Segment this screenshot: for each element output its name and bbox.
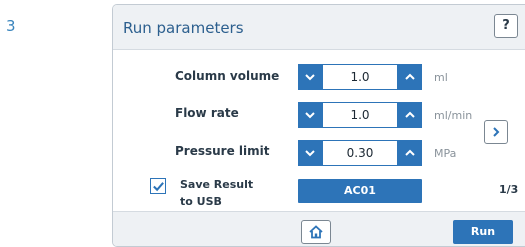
home-icon	[309, 225, 323, 239]
home-button[interactable]	[301, 220, 331, 244]
chevron-down-icon	[305, 150, 315, 157]
column-volume-unit: ml	[434, 71, 448, 84]
column-volume-decrement-button[interactable]	[298, 64, 322, 90]
flow-rate-unit: ml/min	[434, 109, 473, 122]
page-indicator: 1/3	[499, 183, 519, 196]
pressure-limit-unit: MPa	[434, 147, 457, 160]
chevron-up-icon	[405, 73, 415, 80]
save-result-label-line2: to USB	[180, 195, 222, 208]
chevron-down-icon	[305, 112, 315, 119]
column-volume-label: Column volume	[175, 69, 280, 83]
save-result-label-line1: Save Result	[180, 178, 254, 191]
flow-rate-decrement-button[interactable]	[298, 102, 322, 128]
pressure-limit-value[interactable]: 0.30	[322, 140, 398, 166]
run-parameters-panel: Run parameters ? Column volume 1.0 ml Fl…	[112, 4, 525, 247]
run-button[interactable]: Run	[453, 220, 513, 244]
page-title: Run parameters	[123, 19, 244, 37]
chevron-right-icon	[493, 127, 500, 137]
flow-rate-increment-button[interactable]	[398, 102, 422, 128]
column-volume-value[interactable]: 1.0	[322, 64, 398, 90]
flow-rate-stepper: 1.0	[298, 102, 422, 128]
panel-footer: Run	[113, 211, 525, 246]
pressure-limit-label: Pressure limit	[175, 144, 270, 158]
column-volume-increment-button[interactable]	[398, 64, 422, 90]
next-page-button[interactable]	[484, 120, 508, 144]
flow-rate-value[interactable]: 1.0	[322, 102, 398, 128]
flow-rate-label: Flow rate	[175, 106, 239, 120]
column-volume-stepper: 1.0	[298, 64, 422, 90]
panel-header: Run parameters ?	[113, 5, 525, 50]
usb-result-name-field[interactable]: AC01	[298, 179, 422, 203]
chevron-up-icon	[405, 111, 415, 118]
pressure-limit-decrement-button[interactable]	[298, 140, 322, 166]
step-number: 3	[6, 17, 16, 35]
checkmark-icon	[152, 181, 164, 191]
help-button[interactable]: ?	[494, 14, 518, 38]
chevron-down-icon	[305, 74, 315, 81]
save-result-label: Save Result to USB	[180, 176, 253, 210]
save-result-checkbox[interactable]	[150, 178, 166, 194]
chevron-up-icon	[405, 149, 415, 156]
pressure-limit-increment-button[interactable]	[398, 140, 422, 166]
pressure-limit-stepper: 0.30	[298, 140, 422, 166]
